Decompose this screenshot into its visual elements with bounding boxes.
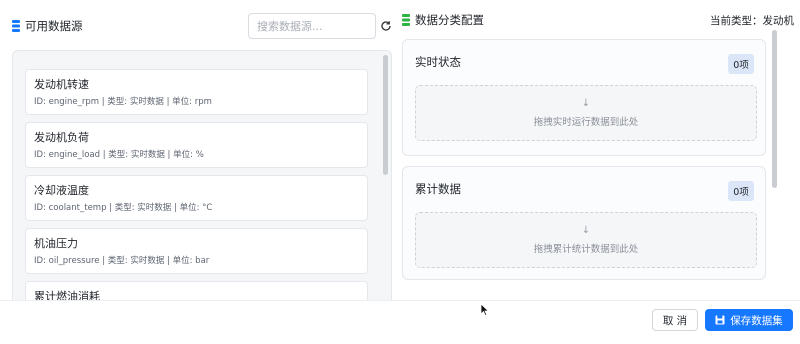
save-label: 保存数据集 bbox=[730, 314, 783, 327]
field-meta: ID: coolant_temp | 类型: 实时数据 | 单位: °C bbox=[34, 203, 213, 213]
field-meta: ID: oil_pressure | 类型: 实时数据 | 单位: bar bbox=[34, 256, 210, 266]
category-title: 实时状态 bbox=[415, 55, 461, 69]
list-item[interactable]: 发动机转速 ID: engine_rpm | 类型: 实时数据 | 单位: rp… bbox=[25, 69, 368, 115]
search-field[interactable] bbox=[248, 13, 376, 39]
category-title: 累计数据 bbox=[415, 182, 461, 196]
arrow-down-icon: ↓ bbox=[581, 225, 591, 236]
list-item[interactable]: 累计燃油消耗 bbox=[25, 281, 368, 300]
search-input[interactable] bbox=[257, 19, 367, 33]
data-source-list: 发动机转速 ID: engine_rpm | 类型: 实时数据 | 单位: rp… bbox=[12, 50, 392, 300]
list-item[interactable]: 机油压力 ID: oil_pressure | 类型: 实时数据 | 单位: b… bbox=[25, 228, 368, 274]
drop-hint: 拖拽实时运行数据到此处 bbox=[533, 117, 639, 128]
list-item[interactable]: 发动机负荷 ID: engine_load | 类型: 实时数据 | 单位: % bbox=[25, 122, 368, 168]
field-name: 冷却液温度 bbox=[34, 184, 89, 197]
footer-divider bbox=[0, 300, 800, 301]
field-meta: ID: engine_load | 类型: 实时数据 | 单位: % bbox=[34, 150, 204, 160]
count-badge: 0项 bbox=[728, 54, 754, 74]
mouse-cursor-icon bbox=[480, 303, 490, 317]
drop-hint: 拖拽累计统计数据到此处 bbox=[533, 244, 639, 255]
save-dataset-button[interactable]: 保存数据集 bbox=[705, 309, 793, 331]
database-icon bbox=[12, 20, 20, 32]
field-name: 机油压力 bbox=[34, 237, 78, 250]
database-icon bbox=[402, 14, 410, 26]
current-type-label: 当前类型：发动机 bbox=[710, 15, 794, 27]
category-card-realtime: 实时状态 0项 ↓ 拖拽实时运行数据到此处 bbox=[402, 39, 766, 156]
field-name: 累计燃油消耗 bbox=[34, 290, 100, 300]
left-scrollbar[interactable] bbox=[383, 55, 388, 175]
right-scrollbar[interactable] bbox=[772, 30, 777, 188]
arrow-down-icon: ↓ bbox=[581, 98, 591, 109]
save-icon bbox=[715, 315, 725, 325]
cancel-button[interactable]: 取 消 bbox=[652, 309, 698, 331]
right-panel-title: 数据分类配置 bbox=[415, 13, 484, 27]
dataset-config-dialog: 可用数据源 发动机转速 ID: engine_rpm | 类型: 实时数据 | … bbox=[0, 0, 800, 344]
count-badge: 0项 bbox=[728, 181, 754, 201]
field-name: 发动机负荷 bbox=[34, 131, 89, 144]
field-name: 发动机转速 bbox=[34, 78, 89, 91]
list-item[interactable]: 冷却液温度 ID: coolant_temp | 类型: 实时数据 | 单位: … bbox=[25, 175, 368, 221]
field-meta: ID: engine_rpm | 类型: 实时数据 | 单位: rpm bbox=[34, 97, 212, 107]
drop-zone[interactable]: ↓ 拖拽实时运行数据到此处 bbox=[415, 85, 757, 141]
left-panel-title: 可用数据源 bbox=[25, 19, 83, 33]
refresh-icon[interactable] bbox=[380, 20, 392, 32]
category-config-area: 实时状态 0项 ↓ 拖拽实时运行数据到此处 累计数据 0项 ↓ 拖拽累计统计数据… bbox=[395, 32, 785, 302]
drop-zone[interactable]: ↓ 拖拽累计统计数据到此处 bbox=[415, 212, 757, 268]
category-card-cumulative: 累计数据 0项 ↓ 拖拽累计统计数据到此处 bbox=[402, 166, 766, 280]
